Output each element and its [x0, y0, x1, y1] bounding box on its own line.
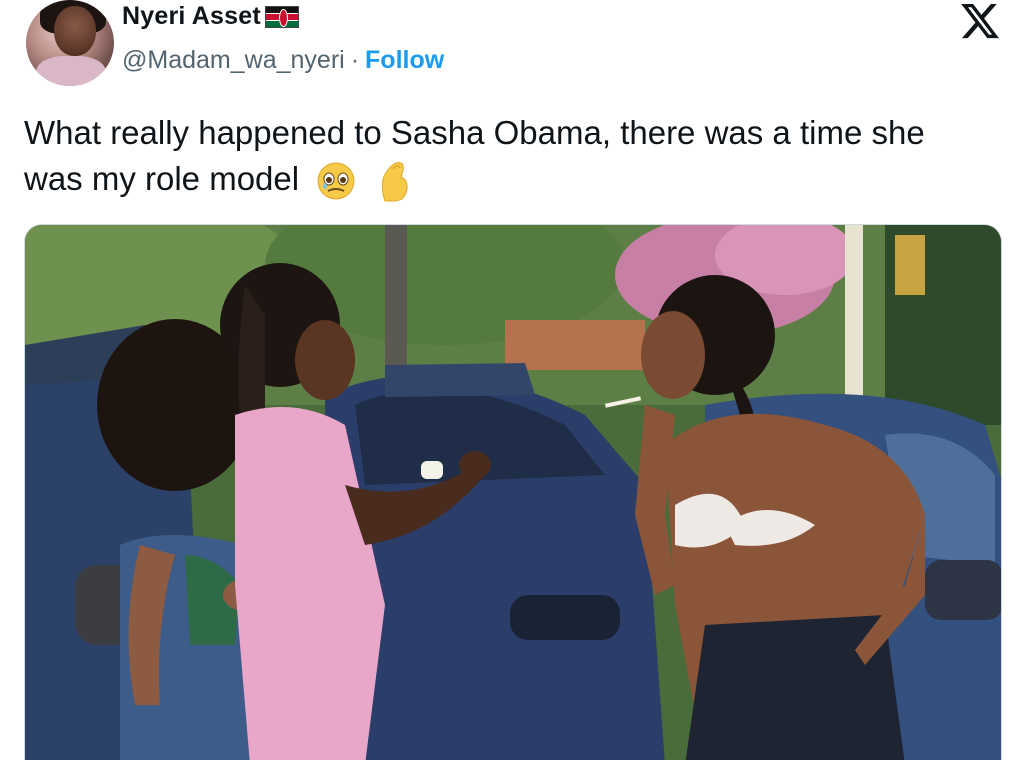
- avatar-clothing: [36, 56, 106, 86]
- tweet-media-photo[interactable]: [24, 224, 1002, 760]
- separator-dot: ·: [350, 46, 360, 74]
- kenya-flag-icon: [264, 5, 299, 28]
- handle-row: @Madam_wa_nyeri · Follow: [122, 46, 444, 75]
- x-logo-icon[interactable]: [958, 0, 1002, 42]
- tweet-card: Nyeri Asset @Madam_wa_nyeri · Follow Wha…: [0, 0, 1024, 760]
- avatar[interactable]: [26, 0, 114, 86]
- follow-button[interactable]: Follow: [365, 46, 444, 75]
- tweet-text: What really happened to Sasha Obama, the…: [24, 110, 984, 203]
- display-name[interactable]: Nyeri Asset: [122, 2, 261, 31]
- face-holding-back-tears-emoji: [317, 162, 355, 200]
- user-handle[interactable]: @Madam_wa_nyeri: [122, 46, 345, 75]
- photo-illustration: [25, 225, 1001, 760]
- tweet-body: What really happened to Sasha Obama, the…: [24, 114, 925, 197]
- pinched-fingers-emoji: [382, 162, 409, 202]
- avatar-face: [54, 6, 96, 56]
- name-row: Nyeri Asset: [122, 2, 299, 31]
